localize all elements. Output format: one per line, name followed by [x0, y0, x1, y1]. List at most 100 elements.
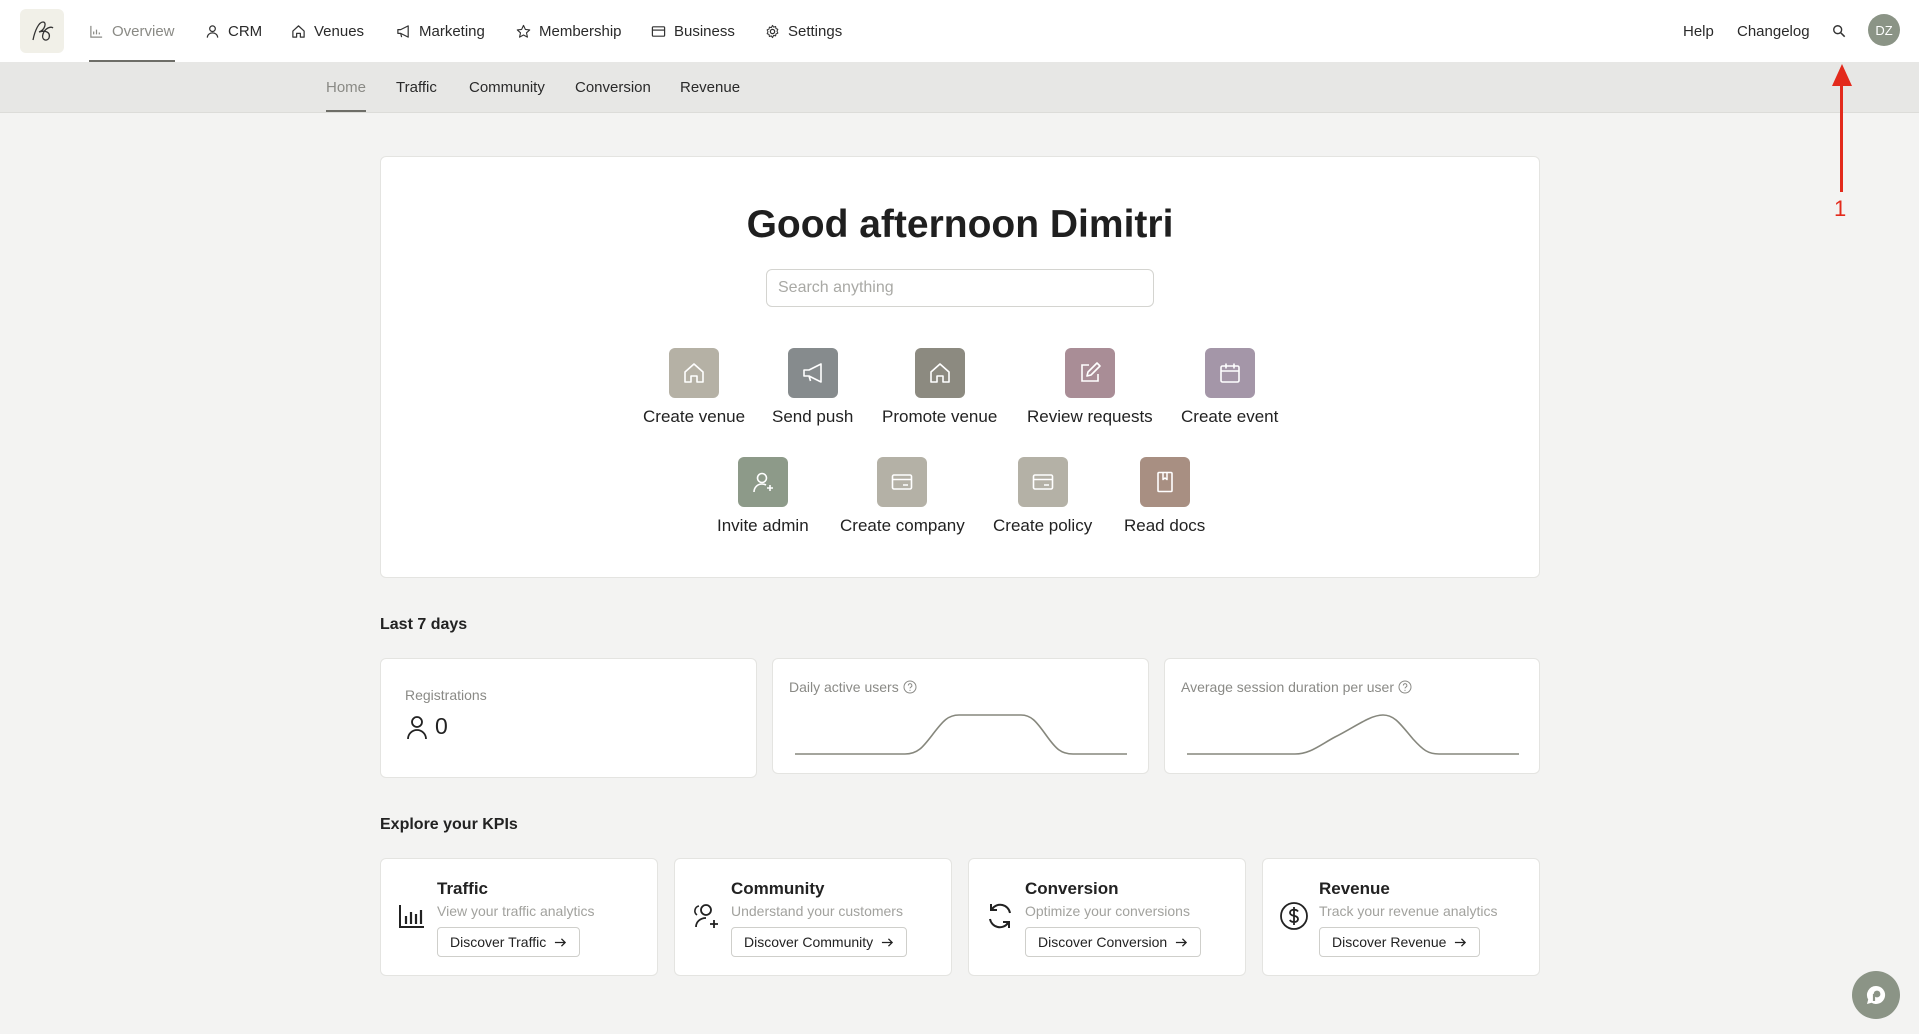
calendar-icon [1219, 363, 1240, 383]
action-tile [1204, 348, 1255, 398]
button-label: Discover Revenue [1332, 934, 1447, 950]
book-icon [1156, 471, 1173, 493]
action-tile [877, 457, 928, 507]
action-label: Create venue [643, 407, 746, 426]
user-plus-icon [753, 472, 773, 493]
nav-item-membership[interactable]: Membership [516, 0, 622, 62]
action-tile [1064, 348, 1115, 398]
nav-item-business[interactable]: Business [651, 0, 735, 62]
action-label: Send push [772, 407, 854, 426]
tab-home[interactable]: Home [326, 62, 367, 112]
dollar-icon [1280, 902, 1308, 930]
nav-label: Business [674, 22, 735, 40]
card-icon [892, 474, 913, 490]
arrow-right-icon [1176, 937, 1188, 947]
button-label: Discover Traffic [450, 934, 547, 950]
action-label: Promote venue [882, 407, 998, 426]
top-navigation-bar: Overview CRM Venues Marketing Membership… [0, 0, 1919, 63]
logo-signature-icon [32, 21, 54, 41]
help-link[interactable]: Help [1683, 0, 1714, 62]
review-requests-button[interactable]: Review requests [1027, 348, 1153, 427]
action-tile [914, 348, 965, 398]
card-icon [651, 25, 666, 37]
edit-icon [1081, 362, 1101, 382]
daily-active-users-card: Daily active users [772, 658, 1149, 774]
kpi-title: Traffic [437, 879, 489, 898]
kpi-subtitle: Track your revenue analytics [1319, 903, 1498, 919]
last-7-days-heading: Last 7 days [380, 616, 468, 633]
nav-item-settings[interactable]: Settings [765, 0, 842, 62]
invite-admin-button[interactable]: Invite admin [717, 457, 809, 536]
nav-label: Venues [314, 22, 365, 40]
nav-label: Membership [539, 22, 622, 40]
nav-item-venues[interactable]: Venues [291, 0, 364, 62]
button-label: Discover Conversion [1038, 934, 1168, 950]
star-icon [516, 24, 531, 38]
help-circle-icon[interactable] [903, 680, 917, 694]
action-label: Review requests [1027, 407, 1153, 426]
welcome-card: Good afternoon Dimitri Create venue Send… [380, 156, 1540, 578]
create-company-button[interactable]: Create company [840, 457, 965, 536]
kpi-card-revenue: Revenue Track your revenue analytics Dis… [1262, 858, 1540, 976]
create-policy-button[interactable]: Create policy [993, 457, 1092, 536]
kpi-title: Conversion [1025, 879, 1119, 898]
arrow-right-icon [555, 937, 567, 947]
annotation-number: 1 [1834, 196, 1847, 221]
sub-navigation: Home Traffic Community Conversion Revenu… [0, 62, 1919, 113]
tab-conversion[interactable]: Conversion [575, 62, 651, 112]
send-push-button[interactable]: Send push [772, 348, 853, 427]
create-event-button[interactable]: Create event [1181, 348, 1278, 427]
registrations-value: 0 [435, 713, 448, 739]
discover-conversion-button[interactable]: Discover Conversion [1025, 927, 1202, 957]
avatar[interactable]: DZ [1868, 14, 1900, 46]
action-tile [1139, 457, 1190, 507]
discover-community-button[interactable]: Discover Community [731, 927, 908, 957]
annotation-arrow-head [1832, 64, 1852, 86]
home-icon [684, 363, 704, 383]
action-tile [1017, 457, 1068, 507]
action-tile [737, 457, 788, 507]
nav-label: Settings [788, 22, 843, 40]
kpi-subtitle: View your traffic analytics [437, 903, 595, 919]
daily-active-users-caption: Daily active users [789, 679, 917, 695]
nav-label: Overview [112, 22, 175, 40]
home-icon [292, 24, 305, 38]
gear-icon [766, 24, 779, 38]
kpi-subtitle: Optimize your conversions [1025, 903, 1190, 919]
user-icon [407, 715, 427, 739]
session-duration-label: Average session duration per user [1181, 679, 1394, 695]
page-title: Good afternoon Dimitri [746, 203, 1174, 246]
arrow-right-icon [882, 937, 894, 947]
action-tile [787, 348, 838, 398]
tab-revenue[interactable]: Revenue [680, 62, 740, 112]
kpi-card-community: Community Understand your customers Disc… [674, 858, 952, 976]
help-circle-icon[interactable] [1398, 680, 1412, 694]
app-logo[interactable] [20, 9, 64, 53]
user-icon [206, 24, 219, 38]
nav-item-crm[interactable]: CRM [205, 0, 262, 62]
nav-label: Marketing [419, 22, 485, 40]
search-input[interactable] [766, 269, 1154, 307]
read-docs-button[interactable]: Read docs [1124, 457, 1205, 536]
discover-revenue-button[interactable]: Discover Revenue [1319, 927, 1481, 957]
changelog-link[interactable]: Changelog [1737, 0, 1810, 62]
search-button[interactable] [1832, 0, 1846, 62]
explore-kpis-heading: Explore your KPIs [380, 816, 518, 833]
action-label: Invite admin [717, 516, 809, 535]
chat-button[interactable] [1852, 971, 1900, 1019]
tab-community[interactable]: Community [469, 62, 545, 112]
action-label: Create company [840, 516, 965, 535]
discover-traffic-button[interactable]: Discover Traffic [437, 927, 581, 957]
megaphone-icon [802, 363, 822, 383]
promote-venue-button[interactable]: Promote venue [882, 348, 997, 427]
create-venue-button[interactable]: Create venue [643, 348, 745, 427]
megaphone-icon [397, 24, 409, 38]
kpi-card-traffic: Traffic View your traffic analytics Disc… [380, 858, 658, 976]
tab-traffic[interactable]: Traffic [396, 62, 437, 112]
bar-chart-icon [90, 25, 103, 38]
nav-item-overview[interactable]: Overview [89, 0, 175, 62]
daily-active-users-label: Daily active users [789, 679, 899, 695]
nav-item-marketing[interactable]: Marketing [396, 0, 485, 62]
home-icon [929, 363, 950, 383]
kpi-title: Community [731, 879, 825, 898]
